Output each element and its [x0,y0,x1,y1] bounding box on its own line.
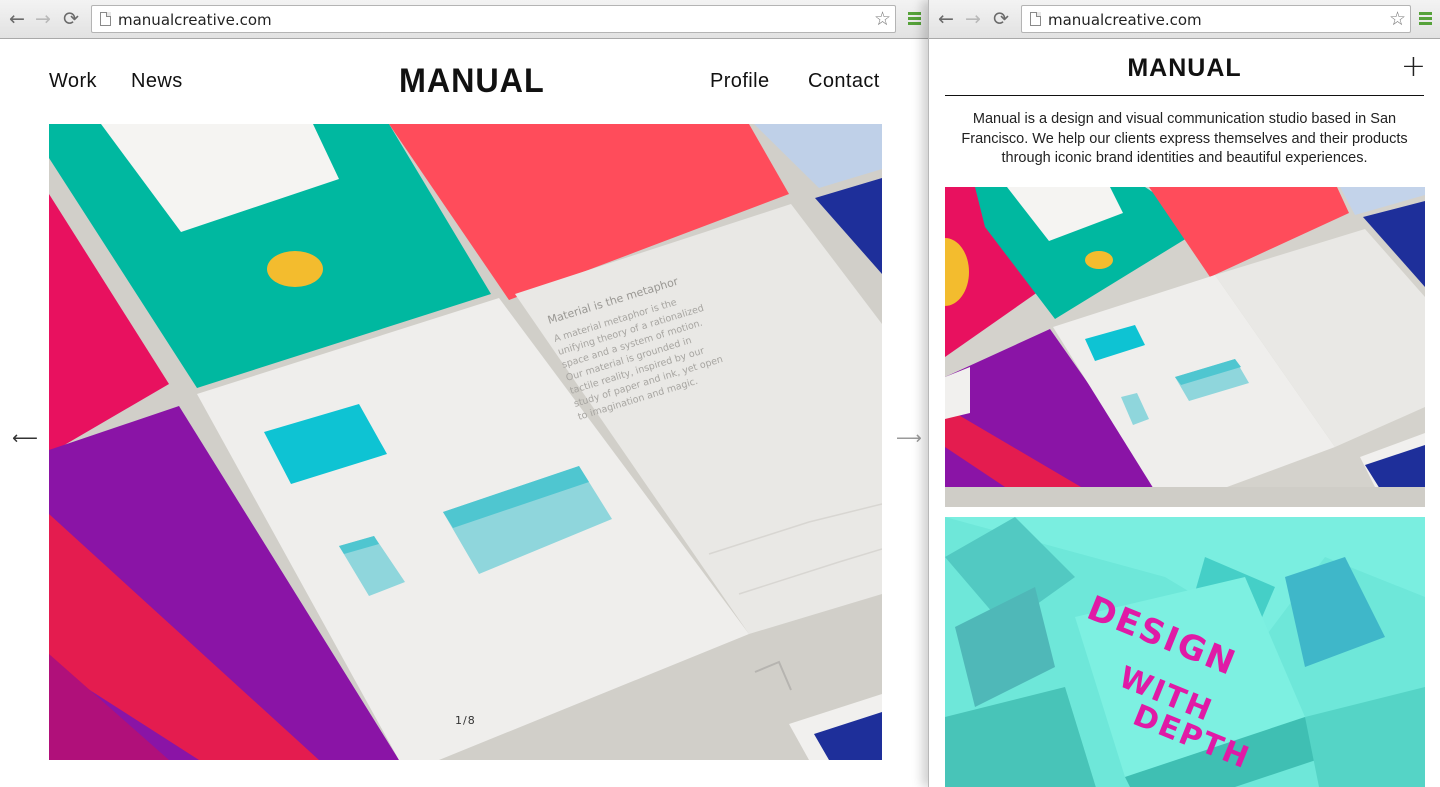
nav-news-link[interactable]: News [131,70,183,93]
header-divider [945,95,1424,96]
address-bar[interactable]: manualcreative.com ☆ [1021,5,1411,33]
project-thumbnail-material[interactable] [945,187,1425,507]
studio-description: Manual is a design and visual communicat… [961,111,1408,166]
browser-menu-icon[interactable] [908,12,921,26]
browser-window-left: ← → ⟳ manualcreative.com ☆ Work News MAN… [0,0,928,787]
site-logo[interactable]: MANUAL [929,54,1440,83]
slide-counter: 1/8 [455,714,476,727]
url-text: manualcreative.com [118,11,272,29]
reload-button[interactable]: ⟳ [991,9,1011,29]
browser-toolbar: ← → ⟳ manualcreative.com ☆ [0,0,928,39]
nav-contact-link[interactable]: Contact [808,70,880,93]
next-slide-arrow[interactable]: ⟶ [896,428,922,449]
reload-button[interactable]: ⟳ [61,9,81,29]
page-icon [100,12,111,26]
back-button[interactable]: ← [936,9,956,29]
web-page: Work News MANUAL Profile Contact ⟵ Mater… [0,40,928,787]
design-with-depth-artwork: DESIGN WITH DEPTH [945,517,1425,787]
browser-menu-icon[interactable] [1419,12,1432,26]
url-text: manualcreative.com [1048,11,1202,29]
nav-profile-link[interactable]: Profile [710,70,770,93]
browser-window-right: ← → ⟳ manualcreative.com ☆ MANUAL + Manu… [928,0,1440,787]
forward-button[interactable]: → [963,9,983,29]
web-page-mobile: MANUAL + Manual is a design and visual c… [929,40,1440,787]
material-design-cards-artwork: Material is the metaphor A material meta… [49,124,882,760]
forward-button[interactable]: → [33,9,53,29]
prev-slide-arrow[interactable]: ⟵ [12,428,38,449]
project-thumbnail-design-with-depth[interactable]: DESIGN WITH DEPTH [945,517,1425,787]
bookmark-star-icon[interactable]: ☆ [1389,8,1406,30]
material-cards-artwork [945,187,1425,507]
site-logo[interactable]: MANUAL [399,62,545,101]
nav-work-link[interactable]: Work [49,70,97,93]
address-bar[interactable]: manualcreative.com ☆ [91,5,896,33]
browser-toolbar: ← → ⟳ manualcreative.com ☆ [929,0,1440,39]
menu-plus-icon[interactable]: + [1401,52,1426,82]
hero-slide-image[interactable]: Material is the metaphor A material meta… [49,124,882,760]
bookmark-star-icon[interactable]: ☆ [874,8,891,30]
page-icon [1030,12,1041,26]
back-button[interactable]: ← [7,9,27,29]
